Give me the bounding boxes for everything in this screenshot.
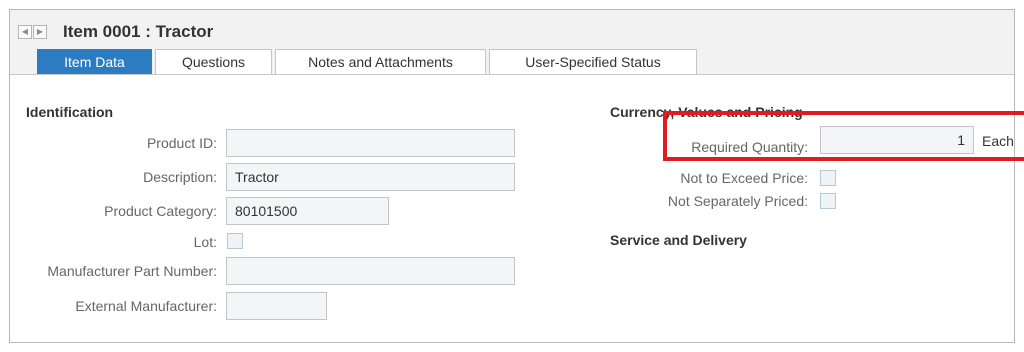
manufacturer-part-number-label: Manufacturer Part Number: [47, 263, 217, 279]
external-manufacturer-label: External Manufacturer: [75, 298, 217, 314]
external-manufacturer-field[interactable] [226, 292, 327, 320]
product-category-label: Product Category: [104, 203, 217, 219]
not-separately-priced-checkbox[interactable] [820, 193, 836, 209]
not-to-exceed-price-label: Not to Exceed Price: [680, 170, 808, 186]
chevron-right-icon[interactable]: ▶ [33, 25, 47, 39]
quantity-unit: Each [982, 133, 1014, 149]
not-separately-priced-label: Not Separately Priced: [667, 193, 808, 209]
chevron-left-icon[interactable]: ◀ [18, 25, 32, 39]
page-title: Item 0001 : Tractor [63, 22, 214, 41]
tab-notes-and-attachments[interactable]: Notes and Attachments [275, 49, 486, 74]
manufacturer-part-number-field[interactable] [226, 257, 515, 285]
product-id-field[interactable] [226, 129, 515, 157]
pricing-heading: Currency, Values and Pricing [610, 104, 803, 120]
required-quantity-field[interactable]: 1 [820, 126, 974, 154]
service-delivery-heading: Service and Delivery [610, 232, 747, 248]
description-label: Description: [143, 169, 217, 185]
not-to-exceed-price-checkbox[interactable] [820, 170, 836, 186]
product-category-field[interactable]: 80101500 [226, 197, 389, 225]
tab-item-data[interactable]: Item Data [37, 49, 152, 74]
required-quantity-label: Required Quantity: [691, 139, 808, 155]
product-id-label: Product ID: [146, 135, 217, 151]
lot-checkbox[interactable] [227, 233, 243, 249]
tab-user-specified-status[interactable]: User-Specified Status [489, 49, 697, 74]
identification-heading: Identification [26, 104, 114, 120]
tab-questions[interactable]: Questions [155, 49, 272, 74]
lot-label: Lot: [193, 234, 217, 250]
description-field[interactable]: Tractor [226, 163, 515, 191]
item-navigation: ◀ ▶ [18, 25, 47, 39]
